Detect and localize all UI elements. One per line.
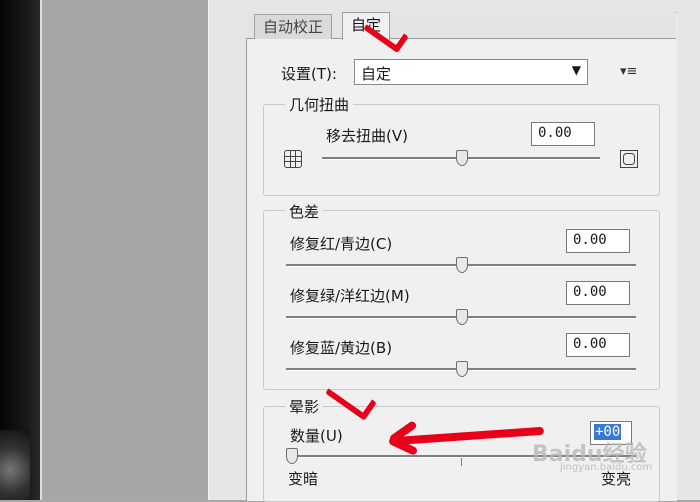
vignette-title: 晕影	[285, 396, 324, 417]
fix-red-cyan-label: 修复红/青边(C)	[290, 235, 393, 253]
image-preview	[0, 0, 42, 500]
canvas-background	[42, 0, 208, 500]
preview-highlight	[0, 430, 30, 500]
slider-thumb[interactable]	[456, 361, 468, 377]
barrel-grid-icon	[284, 150, 302, 168]
slider-thumb[interactable]	[456, 309, 468, 325]
chromatic-aberration-title: 色差	[285, 201, 324, 222]
remove-distortion-slider[interactable]	[322, 150, 600, 166]
fix-blue-yellow-slider[interactable]	[286, 361, 636, 377]
fix-blue-yellow-input[interactable]: 0.00	[566, 333, 630, 357]
chevron-down-icon: ▼	[571, 63, 581, 77]
fix-green-magenta-input[interactable]: 0.00	[566, 281, 630, 305]
fix-blue-yellow-label: 修复蓝/黄边(B)	[290, 339, 393, 357]
tab-auto-correction[interactable]: 自动校正	[254, 14, 333, 39]
fix-green-magenta-label: 修复绿/洋红边(M)	[290, 287, 410, 305]
fix-green-magenta-slider[interactable]	[286, 309, 636, 325]
pincushion-icon	[620, 150, 638, 168]
menu-icon[interactable]: ▾≡	[620, 64, 637, 79]
slider-center-tick	[461, 458, 462, 466]
geometric-distortion-title: 几何扭曲	[285, 94, 354, 115]
settings-label: 设置(T):	[281, 65, 337, 83]
remove-distortion-label: 移去扭曲(V)	[326, 127, 408, 145]
fix-red-cyan-slider[interactable]	[286, 257, 636, 273]
baidu-watermark-url: jingyan.baidu.com	[560, 462, 653, 473]
tab-bar: 自动校正 自定	[246, 12, 676, 40]
slider-thumb[interactable]	[456, 150, 468, 166]
settings-dropdown-value: 自定	[361, 65, 392, 83]
slider-thumb[interactable]	[286, 448, 298, 464]
fix-red-cyan-input[interactable]: 0.00	[566, 229, 630, 253]
vignette-darken-label: 变暗	[288, 470, 319, 488]
remove-distortion-input[interactable]: 0.00	[531, 122, 595, 146]
slider-thumb[interactable]	[456, 257, 468, 273]
vignette-amount-label: 数量(U)	[290, 427, 343, 445]
settings-dropdown[interactable]: 自定 ▼	[354, 59, 588, 85]
